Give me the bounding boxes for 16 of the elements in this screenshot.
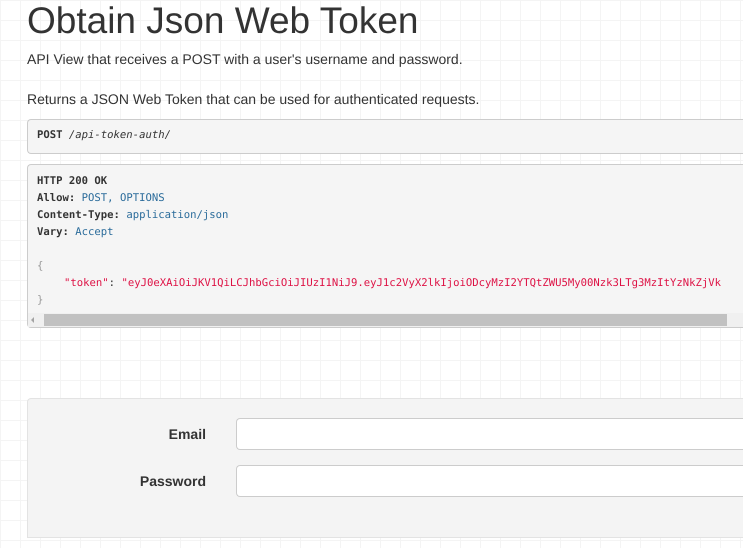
json-brace: {: [37, 260, 44, 272]
horizontal-scrollbar[interactable]: [28, 313, 743, 327]
json-brace: }: [37, 294, 44, 306]
header-line: Vary: Accept: [37, 225, 115, 240]
description-text: API View that receives a POST with a user's username and password.: [27, 50, 464, 69]
field-label: Password: [140, 473, 206, 489]
field-label: Email: [168, 426, 206, 442]
status-line: HTTP 200 OK: [37, 175, 108, 187]
json-token-line: "token": "eyJ0eXAiOiJKV1QiLCJhbGciOiJIUzI1NiJ9.eyJ1c2VyX2lkIjoiODcyMzI2YTQtZWU5My00Nzk3LTg3MzItYzNkZjVk: [63, 276, 722, 291]
request-line: POST /api-token-auth/: [37, 129, 171, 141]
input-field[interactable]: [236, 465, 743, 497]
input-field[interactable]: [236, 418, 743, 450]
description-text: Returns a JSON Web Token that can be used for authenticated requests.: [27, 90, 480, 109]
page-title: Obtain Json Web Token: [27, 0, 420, 42]
header-line: Allow: POST, OPTIONS: [37, 191, 166, 206]
header-line: Content-Type: application/json: [37, 208, 230, 223]
